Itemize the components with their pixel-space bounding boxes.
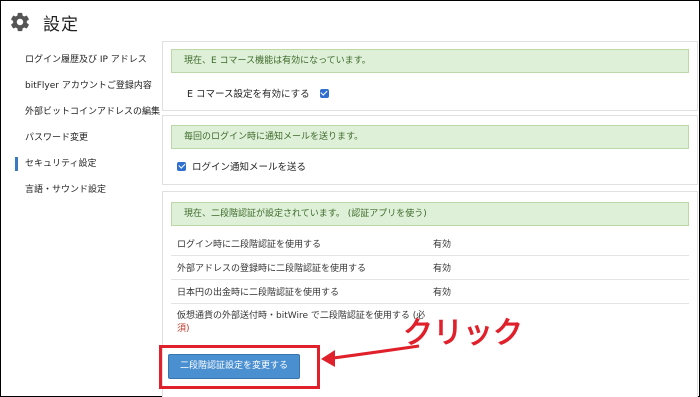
ecommerce-checkbox-label: E コマース設定を有効にする: [187, 89, 310, 100]
sidebar-item-password[interactable]: パスワード変更: [15, 125, 165, 151]
row-label: ログイン時に二段階認証を使用する: [177, 240, 322, 250]
row-value: 有効: [433, 288, 452, 298]
settings-page: 設定 ログイン履歴及び IP アドレス bitFlyer アカウントご登録内容 …: [0, 0, 700, 397]
page-title: 設定: [43, 14, 79, 35]
gear-icon: [9, 11, 31, 33]
login-notify-checkbox-row: ログイン通知メールを送る: [177, 159, 306, 173]
table-row: 外部アドレスの登録時に二段階認証を使用する 有効: [171, 256, 689, 280]
required-marker: 須): [177, 324, 190, 334]
ecommerce-alert: 現在、E コマース機能は有効になっています。: [171, 49, 689, 73]
login-notify-checkbox-label: ログイン通知メールを送る: [192, 162, 307, 173]
annotation-text: クリック: [403, 316, 523, 351]
sidebar-item-language-sound[interactable]: 言語・サウンド設定: [15, 177, 165, 203]
row-value: 有効: [433, 240, 452, 250]
arrow-icon: [321, 344, 420, 367]
row-value: 有効: [433, 264, 452, 274]
page-header: 設定: [9, 9, 79, 35]
sidebar-item-security[interactable]: セキュリティ設定: [15, 151, 165, 177]
two-factor-alert: 現在、二段階認証が設定されています。 (認証アプリを使う): [171, 202, 689, 226]
sidebar: ログイン履歴及び IP アドレス bitFlyer アカウントご登録内容 外部ビ…: [15, 47, 165, 203]
row-label: 日本円の出金時に二段階認証を使用する: [177, 288, 340, 298]
ecommerce-checkbox[interactable]: [319, 88, 329, 98]
login-notify-panel: 毎回のログイン時に通知メールを送ります。 ログイン通知メールを送る: [162, 115, 698, 185]
sidebar-item-login-history[interactable]: ログイン履歴及び IP アドレス: [15, 47, 165, 73]
sidebar-item-account-info[interactable]: bitFlyer アカウントご登録内容: [15, 73, 165, 99]
ecommerce-panel: 現在、E コマース機能は有効になっています。 E コマース設定を有効にする: [162, 41, 698, 111]
table-row: ログイン時に二段階認証を使用する 有効: [171, 232, 689, 256]
login-notify-alert: 毎回のログイン時に通知メールを送ります。: [171, 125, 689, 149]
sidebar-item-external-address[interactable]: 外部ビットコインアドレスの編集: [15, 99, 165, 125]
login-notify-checkbox[interactable]: [177, 161, 186, 171]
ecommerce-checkbox-row: E コマース設定を有効にする: [187, 86, 329, 100]
row-label: 外部アドレスの登録時に二段階認証を使用する: [177, 264, 367, 274]
click-annotation: クリック: [321, 316, 523, 367]
highlight-box: [159, 345, 320, 389]
